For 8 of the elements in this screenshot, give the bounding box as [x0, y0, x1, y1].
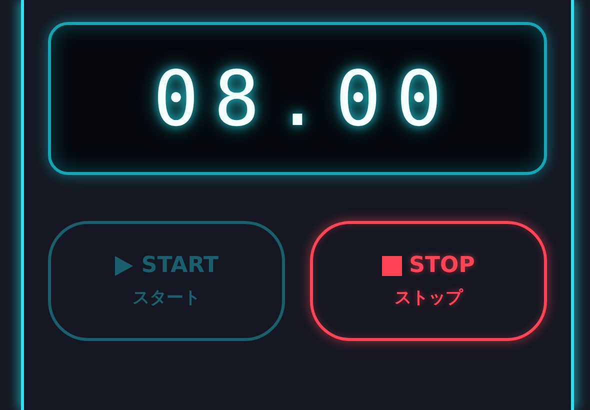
stop-button[interactable]: STOP ストップ — [310, 221, 547, 341]
button-label: STOP — [409, 253, 475, 278]
button-label: START — [141, 253, 219, 278]
play-icon — [114, 254, 134, 276]
stop-icon — [382, 256, 402, 276]
button-sublabel: ストップ — [394, 287, 462, 309]
timer-readout: 08.00 — [153, 54, 457, 143]
button-sublabel: スタート — [132, 287, 200, 309]
